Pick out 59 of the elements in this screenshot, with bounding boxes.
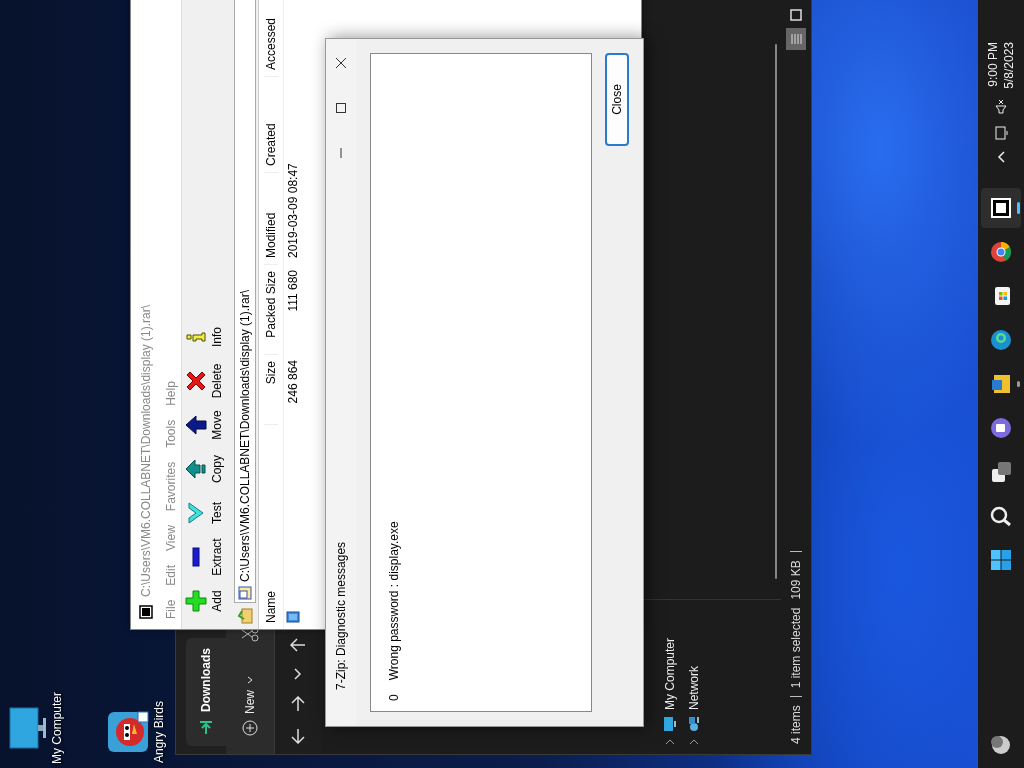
menu-item[interactable]: Edit (164, 564, 178, 586)
info-button[interactable]: Info (182, 315, 232, 359)
nav-item[interactable]: Network (687, 666, 701, 710)
plus-circle-icon (242, 720, 258, 736)
arrow-icon (184, 413, 208, 437)
nav-item[interactable]: My Computer (663, 637, 677, 710)
extract-button[interactable]: Extract (182, 535, 232, 579)
scrollbar[interactable] (775, 44, 777, 579)
status-text: 109 KB (789, 560, 803, 600)
menu-item[interactable]: Favorites (164, 461, 178, 512)
archive-icon (238, 586, 252, 600)
close-button[interactable]: Close (605, 53, 629, 146)
copy-button[interactable]: Copy (182, 447, 232, 491)
muted-speaker-icon[interactable] (993, 98, 1009, 115)
column-header[interactable]: Accessed (264, 0, 278, 76)
column-header[interactable]: Created (264, 76, 278, 172)
list-icon (789, 32, 803, 46)
arrow-icon (184, 457, 208, 481)
weather-icon[interactable] (989, 733, 1013, 757)
desktop-icon-label[interactable]: My Computer (50, 692, 64, 764)
app-icon (139, 605, 153, 619)
menu-item[interactable]: View (164, 525, 178, 551)
bird-icon[interactable] (106, 710, 150, 754)
clock-date[interactable]: 5/8/2023 (1001, 42, 1017, 89)
status-text: 1 item selected (789, 607, 803, 689)
square-icon (789, 8, 803, 22)
delete-button[interactable]: Delete (182, 359, 232, 403)
explorer-tab[interactable]: Downloads (186, 638, 226, 746)
column-header[interactable]: Modified (264, 172, 278, 264)
menu-item[interactable]: Help (164, 381, 178, 406)
table-cell-text: 2019-03-09 08:47 (286, 162, 300, 260)
table-cell-text: 111 680 (286, 269, 300, 314)
status-text: 4 items (789, 705, 803, 744)
test-button[interactable]: Test (182, 491, 232, 535)
network-icon (687, 716, 701, 732)
message-index[interactable]: 0 (387, 694, 401, 701)
download-icon (198, 720, 214, 736)
move-button[interactable]: Move (182, 403, 232, 447)
monitor-icon[interactable] (8, 706, 48, 750)
network-icon[interactable] (993, 124, 1009, 141)
file-icon[interactable] (286, 611, 300, 623)
new-button[interactable]: New (238, 672, 262, 740)
column-header[interactable]: Name (264, 424, 278, 629)
address-field[interactable]: C:\Users\VM6.COLLABNET\Downloads\display (1).rar\ (234, 0, 256, 603)
desktop-icon-label[interactable]: Angry Birds (152, 701, 166, 763)
window-title: C:\Users\VM6.COLLABNET\Downloads\display (1).rar\ (139, 304, 153, 597)
menu-item[interactable]: File (164, 599, 178, 619)
menu-item[interactable]: Tools (164, 419, 178, 448)
monitor-icon (663, 716, 677, 732)
add-button[interactable]: Add (182, 579, 232, 623)
clock-time[interactable]: 9:00 PM (985, 42, 1001, 87)
column-header[interactable]: Size (264, 354, 278, 424)
column-header[interactable]: Packed Size (264, 264, 278, 354)
plus-icon (184, 589, 208, 613)
table-cell-text: 246 864 (286, 359, 300, 406)
x-mark-icon (184, 369, 208, 393)
message-text[interactable]: Wrong password : display.exe (387, 521, 401, 681)
archiver-taskbar-icon[interactable] (981, 188, 1021, 228)
dialog-title: 7-Zip: Diagnostic messages (334, 541, 348, 690)
